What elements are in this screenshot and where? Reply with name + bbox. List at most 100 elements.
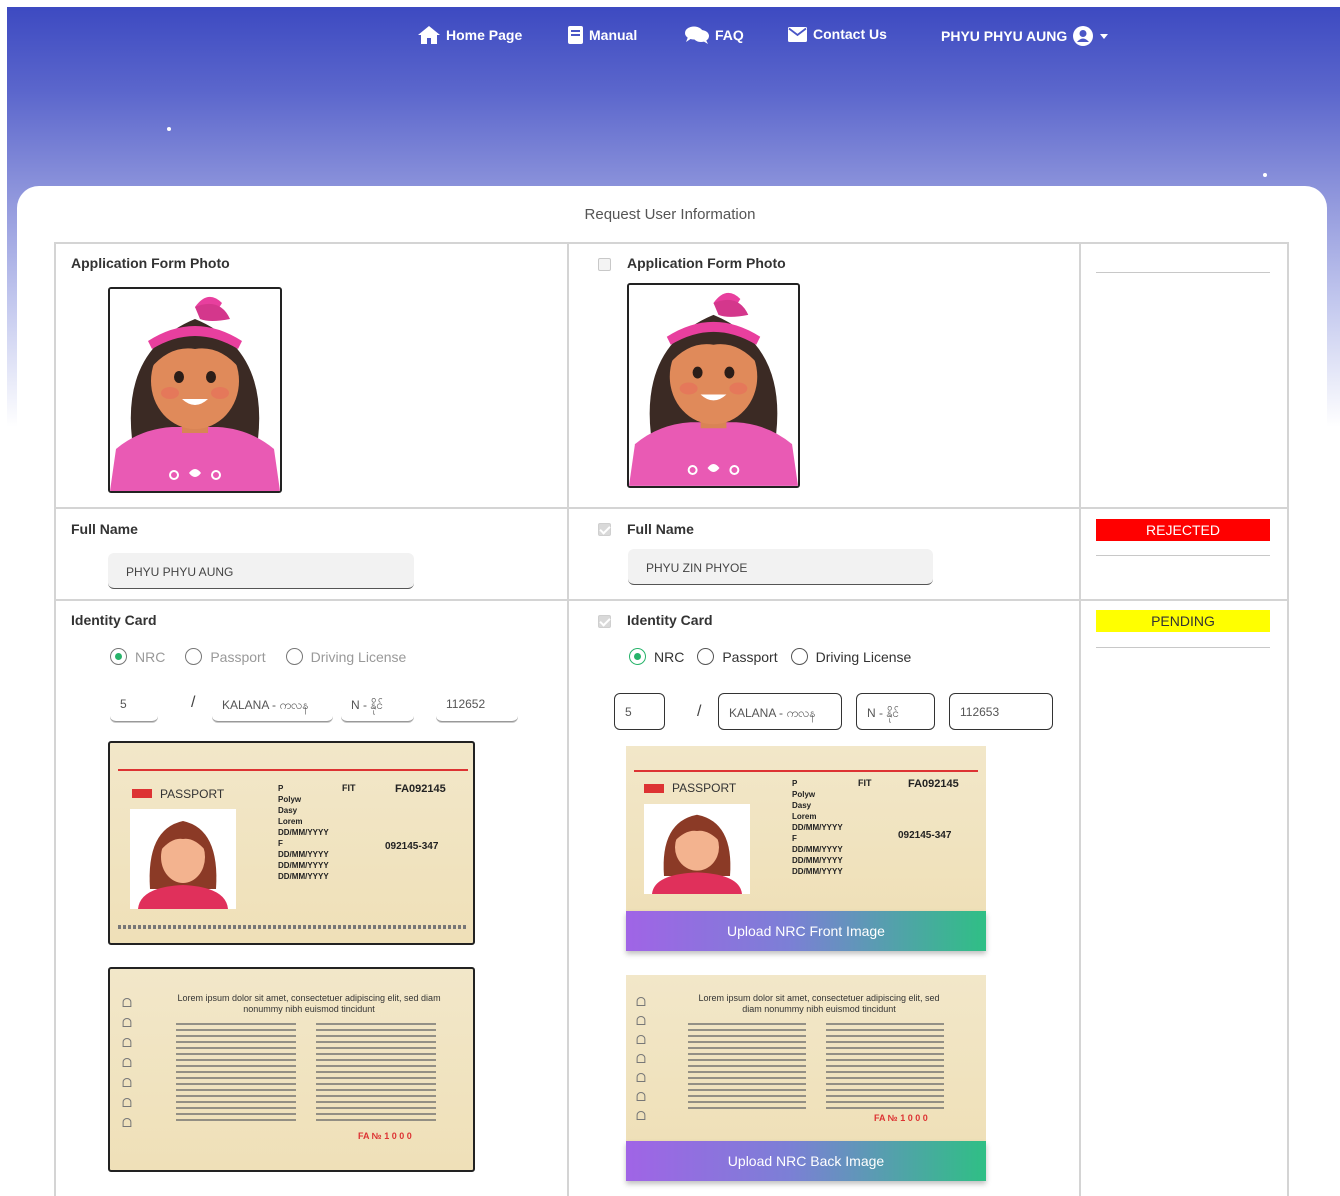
table-border <box>54 242 1289 244</box>
left-id-label: Identity Card <box>71 612 157 628</box>
nav-contact[interactable]: Contact Us <box>788 26 887 42</box>
person-icon <box>652 814 742 894</box>
radio-passport-label: Passport <box>722 648 778 665</box>
passport-place: DD/MM/YYYY <box>278 850 329 859</box>
passport-sex: F <box>792 834 797 843</box>
radio-driving-license[interactable] <box>790 648 808 665</box>
right-nrc-township[interactable]: KALANA - ကလန <box>718 693 842 730</box>
girl-avatar-icon <box>110 289 280 491</box>
home-icon <box>418 26 440 44</box>
radio-passport[interactable] <box>697 648 715 665</box>
back-stamp: FA № 1 0 0 0 <box>358 1131 412 1141</box>
radio-nrc-label: NRC <box>135 648 166 665</box>
right-nrc-type[interactable]: N - နိုင် <box>856 693 935 730</box>
right-nrc-state[interactable]: 5 <box>614 693 665 730</box>
table-border <box>1287 242 1289 1196</box>
left-nrc-number: 112652 <box>436 686 518 722</box>
user-menu[interactable]: PHYU PHYU AUNG <box>941 26 1109 46</box>
photo-checkbox[interactable] <box>598 258 611 271</box>
right-nrc-front-image: PASSPORT FA092145 FIT P Polyw Dasy Lorem… <box>626 746 986 912</box>
left-nrc-state: 5 <box>110 686 158 722</box>
passport-expiry: DD/MM/YYYY <box>278 872 329 881</box>
radio-nrc-label: NRC <box>654 648 685 665</box>
passport-given: Dasy <box>278 806 298 815</box>
left-name-label: Full Name <box>71 521 138 537</box>
passport-issue: DD/MM/YYYY <box>278 861 329 870</box>
left-id-type-group: NRC Passport Driving License <box>110 648 424 665</box>
back-text-column <box>826 1023 944 1113</box>
id-checkbox[interactable] <box>598 615 611 628</box>
status-underline <box>1096 647 1270 648</box>
photo-status-field[interactable] <box>1096 272 1270 273</box>
side-script: ᗝᗝᗝᗝᗝᗝᗝ <box>636 995 646 1123</box>
passport-surname: Polyw <box>792 790 816 799</box>
caret-down-icon <box>1100 34 1109 39</box>
left-name-field: PHYU PHYU AUNG <box>108 553 414 589</box>
name-checkbox[interactable] <box>598 523 611 536</box>
column-divider <box>567 242 569 1196</box>
nrc-separator: / <box>191 694 196 711</box>
passport-type: P <box>278 784 284 793</box>
left-nrc-front-image: PASSPORT FA092145 FIT P Polyw Dasy Lorem… <box>108 741 475 945</box>
radio-driving-license <box>285 648 303 665</box>
passport-personal-no: 092145-347 <box>898 830 952 841</box>
status-underline <box>1096 555 1270 556</box>
passport-country: FIT <box>858 778 872 788</box>
doc-rule <box>634 770 978 772</box>
nav-home-label: Home Page <box>446 27 523 43</box>
nav-faq-label: FAQ <box>715 27 744 43</box>
passport-number: FA092145 <box>908 778 959 790</box>
left-photo <box>108 287 282 493</box>
back-heading: Lorem ipsum dolor sit amet, consectetuer… <box>698 993 940 1014</box>
back-text-column <box>688 1023 806 1113</box>
user-name: PHYU PHYU AUNG <box>941 28 1068 44</box>
top-nav: Home Page Manual FAQ Contact Us PHYU PHY… <box>0 26 1340 50</box>
nav-manual[interactable]: Manual <box>568 26 637 44</box>
envelope-icon <box>788 26 807 42</box>
passport-dob: DD/MM/YYYY <box>792 823 843 832</box>
passport-given: Dasy <box>792 801 812 810</box>
upload-nrc-front-button[interactable]: Upload NRC Front Image <box>626 911 986 951</box>
back-stamp: FA № 1 0 0 0 <box>874 1113 928 1123</box>
passport-type: P <box>792 779 798 788</box>
left-nrc-type: N - နိုင် <box>341 686 414 722</box>
radio-passport-label: Passport <box>210 648 266 665</box>
passport-expiry: DD/MM/YYYY <box>792 867 843 876</box>
column-divider <box>1079 242 1081 1196</box>
passport-sex: F <box>278 839 283 848</box>
star-decoration <box>167 127 171 131</box>
girl-avatar-icon <box>629 285 798 486</box>
right-nrc-number[interactable]: 112653 <box>949 693 1053 730</box>
row-divider <box>54 599 1289 601</box>
book-icon <box>568 26 583 44</box>
back-text-column <box>316 1023 436 1123</box>
right-name-field: PHYU ZIN PHYOE <box>628 549 933 585</box>
nav-home[interactable]: Home Page <box>418 26 522 44</box>
passport-nationality: Lorem <box>278 817 303 826</box>
flag-icon <box>644 784 664 793</box>
radio-driving-license-label: Driving License <box>310 648 407 665</box>
passport-photo <box>130 809 236 909</box>
right-photo-label: Application Form Photo <box>627 255 786 271</box>
left-nrc-back-image: ᗝᗝᗝᗝᗝᗝᗝ Lorem ipsum dolor sit amet, cons… <box>108 967 475 1172</box>
radio-nrc[interactable] <box>629 648 646 665</box>
passport-country: FIT <box>342 783 356 793</box>
doc-rule <box>118 769 468 771</box>
passport-place: DD/MM/YYYY <box>792 845 843 854</box>
nrc-separator: / <box>697 703 702 720</box>
nav-faq[interactable]: FAQ <box>685 26 744 44</box>
page-title: Request User Information <box>584 206 756 223</box>
right-id-type-group: NRC Passport Driving License <box>629 648 929 665</box>
passport-photo <box>644 804 750 894</box>
name-status-badge[interactable]: REJECTED <box>1096 519 1270 541</box>
mrz-line <box>118 925 468 929</box>
id-status-badge[interactable]: PENDING <box>1096 610 1270 632</box>
star-decoration <box>1263 173 1267 177</box>
nav-manual-label: Manual <box>589 27 638 43</box>
flag-icon <box>132 789 152 798</box>
left-nrc-township: KALANA - ကလန <box>212 686 333 722</box>
radio-passport <box>185 648 203 665</box>
upload-nrc-back-button[interactable]: Upload NRC Back Image <box>626 1141 986 1181</box>
right-name-label: Full Name <box>627 521 694 537</box>
left-photo-label: Application Form Photo <box>71 255 230 271</box>
